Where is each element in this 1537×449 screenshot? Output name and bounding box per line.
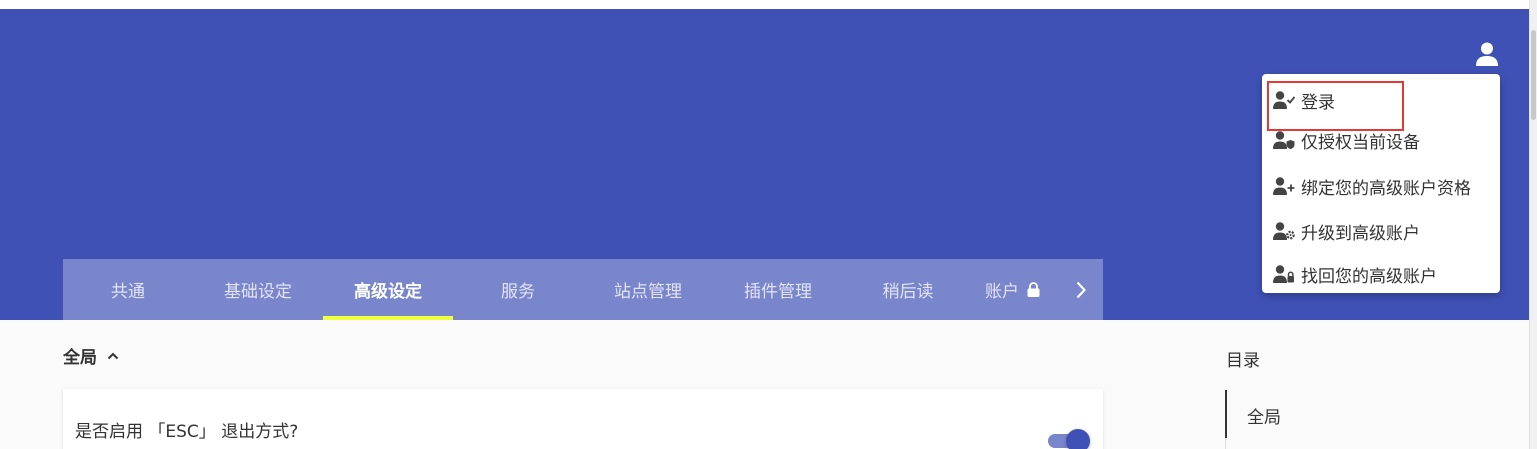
tab-label: 账户 [985, 282, 1019, 302]
tab-label: 站点管理 [614, 282, 682, 302]
account-check-icon [1273, 90, 1297, 110]
setting-card: 是否启用 「ESC」 退出方式? [63, 389, 1103, 449]
tab-label: 插件管理 [744, 282, 812, 302]
toc-divider [1225, 438, 1226, 449]
lock-icon [1027, 282, 1040, 297]
tab-common[interactable]: 共通 [63, 259, 193, 320]
tabs-scroll-next-button[interactable] [1059, 259, 1103, 320]
account-cog-icon [1273, 221, 1297, 241]
menu-item-label: 升级到高级账户 [1301, 223, 1420, 244]
account-lock-icon [1273, 264, 1297, 284]
tab-services[interactable]: 服务 [453, 259, 583, 320]
settings-tabs: 共通 基础设定 高级设定 服务 站点管理 插件管理 稍后读 账户 [63, 259, 1103, 320]
scrollbar-thumb[interactable] [1531, 30, 1536, 120]
tab-read-later[interactable]: 稍后读 [843, 259, 973, 320]
tab-plugin-management[interactable]: 插件管理 [713, 259, 843, 320]
menu-item-authorize-device[interactable]: 仅授权当前设备 [1262, 120, 1500, 160]
tab-site-management[interactable]: 站点管理 [583, 259, 713, 320]
account-dropdown-menu: 登录 仅授权当前设备 绑定您的高级账户资格 升级到高级账户 找回您的高级账户 [1262, 74, 1500, 293]
esc-exit-toggle[interactable] [1048, 429, 1090, 449]
tab-label: 服务 [501, 282, 535, 302]
account-shield-icon [1273, 130, 1297, 150]
window-top-strip [0, 0, 1537, 9]
menu-item-label: 找回您的高级账户 [1301, 266, 1437, 287]
setting-label-esc-exit: 是否启用 「ESC」 退出方式? [75, 422, 299, 442]
tab-label: 共通 [111, 282, 145, 302]
menu-item-label: 登录 [1301, 92, 1335, 113]
toggle-thumb [1066, 429, 1090, 449]
menu-item-recover-premium[interactable]: 找回您的高级账户 [1262, 254, 1500, 294]
menu-item-upgrade-premium[interactable]: 升级到高级账户 [1262, 211, 1500, 251]
page-scrollbar[interactable] [1529, 0, 1537, 449]
tab-label: 稍后读 [882, 282, 934, 302]
tab-basic-settings[interactable]: 基础设定 [193, 259, 323, 320]
account-circle-icon [1476, 42, 1498, 66]
menu-item-label: 绑定您的高级账户资格 [1301, 178, 1471, 199]
toc-item-global[interactable]: 全局 [1247, 403, 1281, 428]
tab-label: 基础设定 [224, 282, 292, 302]
tab-advanced-settings[interactable]: 高级设定 [323, 259, 453, 320]
toc-active-indicator [1225, 390, 1227, 438]
user-menu-button[interactable] [1472, 39, 1502, 69]
chevron-right-icon [1076, 281, 1086, 298]
chevron-up-icon [107, 352, 119, 360]
section-header-global[interactable]: 全局 [63, 343, 119, 368]
account-plus-icon [1273, 176, 1297, 196]
tab-label: 高级设定 [354, 282, 422, 302]
menu-item-label: 仅授权当前设备 [1301, 132, 1420, 153]
menu-item-bind-premium[interactable]: 绑定您的高级账户资格 [1262, 166, 1500, 206]
toc-title: 目录 [1226, 351, 1260, 371]
menu-item-login[interactable]: 登录 [1262, 80, 1500, 131]
section-title: 全局 [63, 348, 97, 368]
